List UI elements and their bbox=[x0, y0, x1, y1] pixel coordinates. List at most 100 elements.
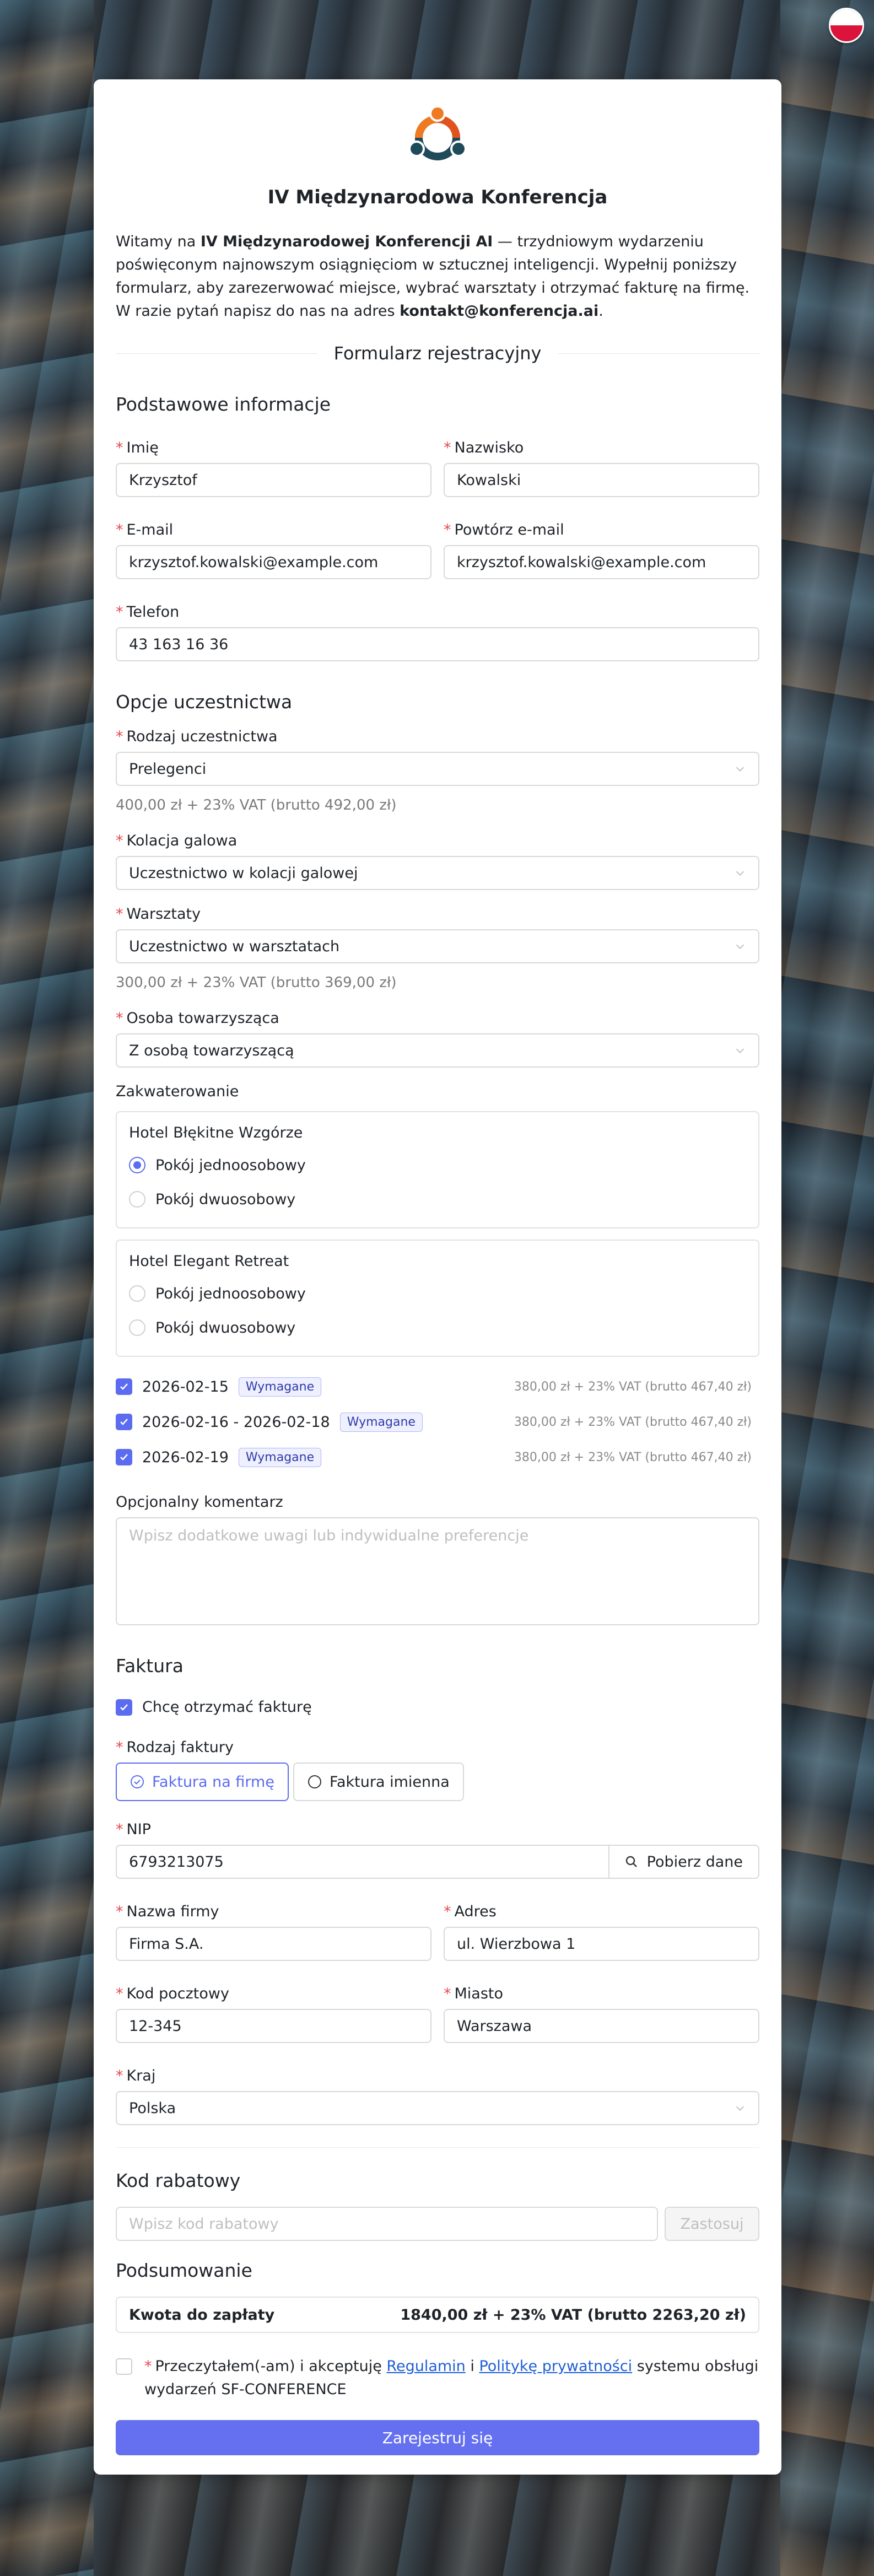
invoice-type-toggle: Faktura na firmę Faktura imienna bbox=[116, 1763, 759, 1801]
address-input[interactable]: ul. Wierzbowa 1 bbox=[444, 1927, 759, 1961]
language-flag-icon[interactable] bbox=[829, 8, 864, 43]
registration-card: IV Międzynarodowa Konferencja Witamy na … bbox=[94, 79, 781, 2475]
chevron-down-icon bbox=[736, 1048, 744, 1053]
participation-type-label: * Rodzaj uczestnictwa bbox=[116, 728, 278, 745]
workshops-label: * Warsztaty bbox=[116, 906, 201, 923]
terms-link[interactable]: Regulamin bbox=[386, 2358, 465, 2375]
date-item[interactable]: 2026-02-15 Wymagane 380,00 zł + 23% VAT … bbox=[116, 1369, 759, 1404]
workshops-select[interactable]: Uczestnictwo w warsztatach bbox=[116, 929, 759, 963]
hotel-card: Hotel Elegant Retreat Pokój jednoosobowy… bbox=[116, 1240, 759, 1357]
check-circle-icon bbox=[131, 1775, 144, 1788]
invoice-company-button[interactable]: Faktura na firmę bbox=[116, 1763, 289, 1801]
radio-icon[interactable] bbox=[129, 1191, 145, 1208]
invoice-personal-button[interactable]: Faktura imienna bbox=[293, 1763, 464, 1801]
apply-coupon-button[interactable]: Zastosuj bbox=[665, 2207, 759, 2241]
comment-label: Opcjonalny komentarz bbox=[116, 1494, 283, 1511]
email-input[interactable]: krzysztof.kowalski@example.com bbox=[116, 545, 431, 579]
coupon-group: Wpisz kod rabatowy Zastosuj bbox=[116, 2207, 759, 2241]
want-invoice-checkbox[interactable]: Chcę otrzymać fakturę bbox=[116, 1699, 759, 1716]
last-name-label: * Nazwisko bbox=[444, 439, 524, 456]
nip-input[interactable]: 6793213075 bbox=[116, 1845, 609, 1879]
date-price: 380,00 zł + 23% VAT (brutto 467,40 zł) bbox=[514, 1379, 752, 1394]
register-button[interactable]: Zarejestruj się bbox=[116, 2420, 759, 2455]
fetch-data-button[interactable]: Pobierz dane bbox=[609, 1845, 759, 1879]
required-badge: Wymagane bbox=[238, 1447, 322, 1467]
first-name-input[interactable]: Krzysztof bbox=[116, 463, 431, 497]
chevron-down-icon bbox=[736, 767, 744, 772]
background-photo-left bbox=[0, 0, 94, 2576]
section-summary: Podsumowanie bbox=[116, 2260, 252, 2281]
email-repeat-label: * Powtórz e-mail bbox=[444, 521, 564, 538]
accommodation-label: Zakwaterowanie bbox=[116, 1083, 239, 1100]
required-badge: Wymagane bbox=[339, 1412, 423, 1432]
radio-icon[interactable] bbox=[129, 1285, 145, 1302]
required-badge: Wymagane bbox=[238, 1377, 322, 1397]
hotel-card: Hotel Błękitne Wzgórze Pokój jednoosobow… bbox=[116, 1111, 759, 1228]
consent-checkbox[interactable] bbox=[116, 2358, 132, 2375]
room-option[interactable]: Pokój dwuosobowy bbox=[129, 1311, 746, 1345]
checkbox-checked-icon[interactable] bbox=[116, 1449, 132, 1465]
date-price: 380,00 zł + 23% VAT (brutto 467,40 zł) bbox=[514, 1450, 752, 1464]
nip-group: 6793213075 Pobierz dane bbox=[116, 1845, 759, 1879]
radio-icon[interactable] bbox=[129, 1319, 145, 1336]
gala-label: * Kolacja galowa bbox=[116, 832, 238, 849]
email-repeat-input[interactable]: krzysztof.kowalski@example.com bbox=[444, 545, 759, 579]
divider bbox=[116, 2147, 759, 2148]
email-label: * E-mail bbox=[116, 521, 174, 538]
company-label: * Nazwa firmy bbox=[116, 1903, 219, 1920]
total-value: 1840,00 zł + 23% VAT (brutto 2263,20 zł) bbox=[400, 2306, 746, 2324]
background-photo-right bbox=[780, 0, 874, 2576]
page-title: IV Międzynarodowa Konferencja bbox=[267, 186, 608, 208]
checkbox-checked-icon[interactable] bbox=[116, 1414, 132, 1430]
participation-price: 400,00 zł + 23% VAT (brutto 492,00 zł) bbox=[116, 797, 397, 813]
hotel-name: Hotel Błękitne Wzgórze bbox=[129, 1124, 303, 1141]
city-label: * Miasto bbox=[444, 1985, 504, 2002]
circle-icon bbox=[307, 1775, 321, 1788]
phone-label: * Telefon bbox=[116, 603, 180, 621]
intro-text: Witamy na IV Międzynarodowej Konferencji… bbox=[116, 233, 750, 320]
city-input[interactable]: Warszawa bbox=[444, 2009, 759, 2043]
form-title: Formularz rejestracyjny bbox=[116, 343, 760, 364]
date-item[interactable]: 2026-02-16 - 2026-02-18 Wymagane 380,00 … bbox=[116, 1404, 759, 1440]
invoice-type-label: * Rodzaj faktury bbox=[116, 1739, 234, 1756]
contact-email: kontakt@konferencja.ai bbox=[400, 303, 599, 320]
section-participation: Opcje uczestnictwa bbox=[116, 691, 293, 713]
radio-selected-icon[interactable] bbox=[129, 1157, 145, 1173]
company-input[interactable]: Firma S.A. bbox=[116, 1927, 431, 1961]
conference-logo-icon bbox=[408, 105, 467, 160]
consent-row: * Przeczytałem(-am) i akceptuję Regulamin… bbox=[116, 2355, 759, 2401]
nip-label: * NIP bbox=[116, 1821, 151, 1838]
consent-text: * Przeczytałem(-am) i akceptuję Regulamin… bbox=[144, 2358, 759, 2398]
dates-list: 2026-02-15 Wymagane 380,00 zł + 23% VAT … bbox=[116, 1369, 759, 1475]
zip-label: * Kod pocztowy bbox=[116, 1985, 229, 2002]
date-price: 380,00 zł + 23% VAT (brutto 467,40 zł) bbox=[514, 1415, 752, 1429]
address-label: * Adres bbox=[444, 1903, 497, 1920]
search-icon bbox=[625, 1856, 637, 1867]
country-select[interactable]: Polska bbox=[116, 2091, 759, 2125]
checkbox-checked-icon[interactable] bbox=[116, 1699, 132, 1716]
section-discount: Kod rabatowy bbox=[116, 2170, 241, 2191]
section-invoice: Faktura bbox=[116, 1655, 184, 1677]
chevron-down-icon bbox=[736, 944, 744, 949]
room-option[interactable]: Pokój jednoosobowy bbox=[129, 1276, 746, 1311]
date-item[interactable]: 2026-02-19 Wymagane 380,00 zł + 23% VAT … bbox=[116, 1440, 759, 1475]
comment-textarea[interactable]: Wpisz dodatkowe uwagi lub indywidualne p… bbox=[116, 1517, 759, 1625]
last-name-input[interactable]: Kowalski bbox=[444, 463, 759, 497]
country-label: * Kraj bbox=[116, 2067, 156, 2084]
section-basic-info: Podstawowe informacje bbox=[116, 394, 331, 415]
first-name-label: * Imię bbox=[116, 439, 159, 456]
phone-input[interactable]: 43 163 16 36 bbox=[116, 627, 759, 661]
participation-type-select[interactable]: Prelegenci bbox=[116, 752, 759, 786]
companion-label: * Osoba towarzysząca bbox=[116, 1010, 279, 1027]
zip-input[interactable]: 12-345 bbox=[116, 2009, 431, 2043]
room-option[interactable]: Pokój jednoosobowy bbox=[129, 1148, 746, 1182]
companion-select[interactable]: Z osobą towarzyszącą bbox=[116, 1033, 759, 1068]
coupon-input[interactable]: Wpisz kod rabatowy bbox=[116, 2207, 658, 2241]
total-box: Kwota do zapłaty 1840,00 zł + 23% VAT (b… bbox=[116, 2297, 759, 2333]
gala-select[interactable]: Uczestnictwo w kolacji galowej bbox=[116, 856, 759, 890]
privacy-link[interactable]: Politykę prywatności bbox=[479, 2358, 632, 2375]
workshops-price: 300,00 zł + 23% VAT (brutto 369,00 zł) bbox=[116, 974, 397, 991]
room-option[interactable]: Pokój dwuosobowy bbox=[129, 1182, 746, 1216]
hotel-name: Hotel Elegant Retreat bbox=[129, 1253, 289, 1270]
checkbox-checked-icon[interactable] bbox=[116, 1378, 132, 1395]
